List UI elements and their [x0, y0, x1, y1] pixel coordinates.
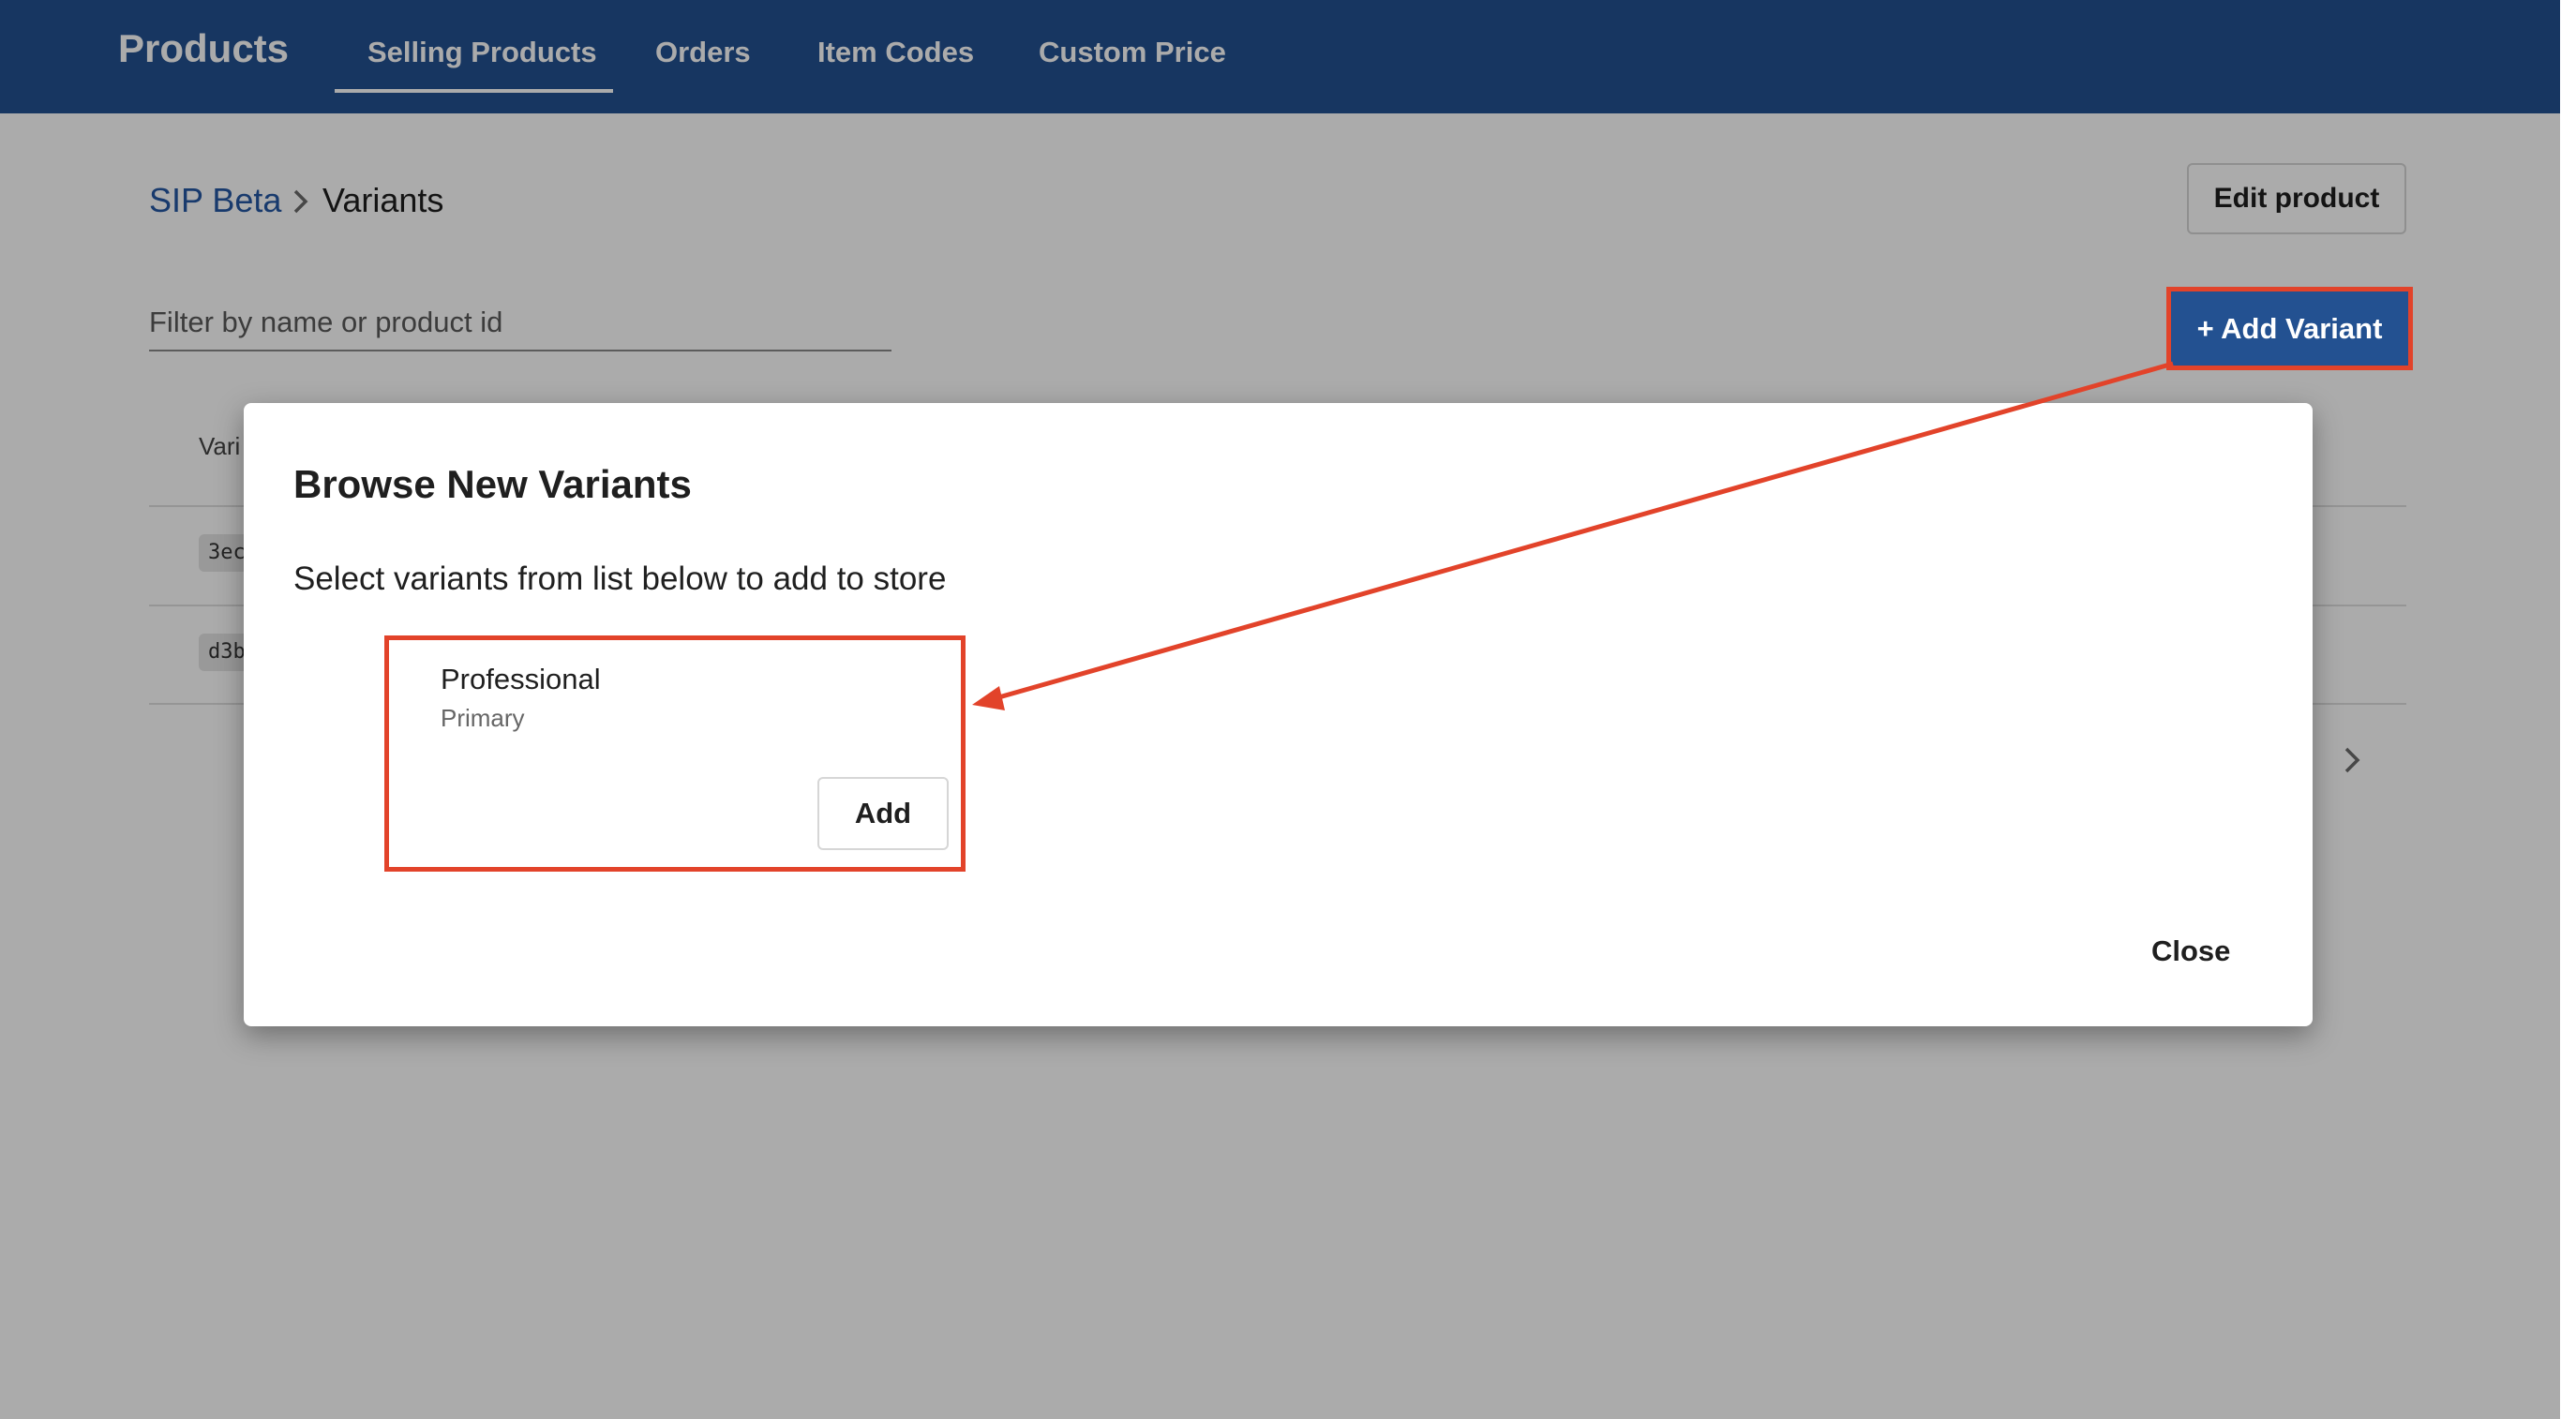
- browse-variants-dialog: Browse New Variants Select variants from…: [244, 403, 2313, 1026]
- add-variant-to-store-button[interactable]: Add: [817, 777, 949, 850]
- variant-name: Professional: [441, 663, 601, 695]
- dialog-title: Browse New Variants: [293, 462, 692, 506]
- window-edge: [2560, 0, 2576, 1419]
- variant-card: Professional Primary Add: [384, 635, 966, 872]
- close-button[interactable]: Close: [2151, 933, 2230, 970]
- variant-type: Primary: [441, 704, 525, 732]
- dialog-subtitle: Select variants from list below to add t…: [293, 560, 947, 597]
- add-variant-button[interactable]: + Add Variant: [2166, 287, 2413, 370]
